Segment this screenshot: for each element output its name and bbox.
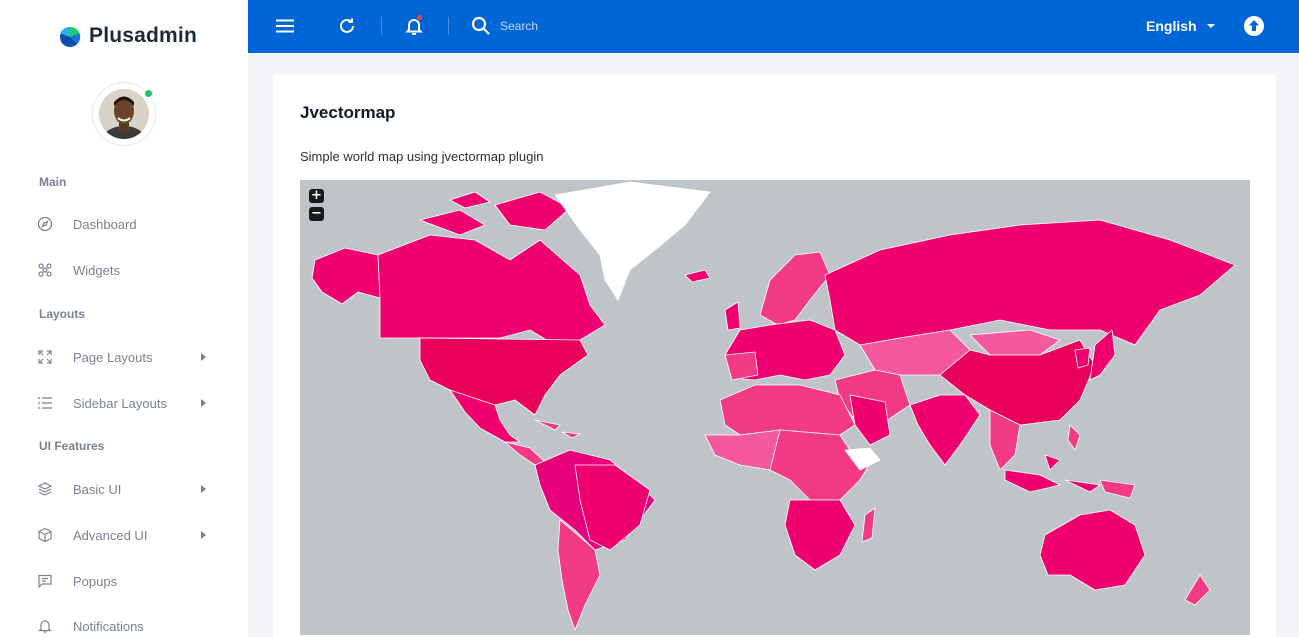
sidebar-item-widgets[interactable]: Widgets <box>36 259 216 281</box>
region-madagascar <box>861 507 876 543</box>
section-title-main: Main <box>39 175 67 189</box>
region-uk <box>724 301 741 331</box>
sidebar-item-label: Notifications <box>73 618 144 634</box>
topbar: English <box>248 0 1299 53</box>
region-scandinavia <box>759 251 831 326</box>
region-usa <box>419 337 589 416</box>
language-label: English <box>1146 18 1197 34</box>
region-russia <box>824 219 1236 346</box>
section-title-ui-features: UI Features <box>39 439 105 453</box>
sidebar-item-advanced-ui[interactable]: Advanced UI <box>36 524 216 546</box>
region-africa-south <box>784 499 856 571</box>
sidebar-item-label: Page Layouts <box>73 349 153 365</box>
section-title-layouts: Layouts <box>39 307 86 321</box>
chevron-right-icon <box>201 531 206 539</box>
chevron-right-icon <box>201 353 206 361</box>
online-status-dot <box>144 89 153 98</box>
region-caribbean <box>534 419 581 439</box>
region-africa-north <box>719 384 856 436</box>
sidebar-item-dashboard[interactable]: Dashboard <box>36 213 216 235</box>
chevron-right-icon <box>201 485 206 493</box>
list-icon <box>36 394 54 412</box>
card-subtitle: Simple world map using jvectormap plugin <box>300 149 544 164</box>
sidebar-item-sidebar-layouts[interactable]: Sidebar Layouts <box>36 392 216 414</box>
sidebar-item-popups[interactable]: Popups <box>36 570 216 592</box>
widgets-icon <box>36 261 54 279</box>
upload-icon[interactable] <box>1243 15 1265 37</box>
region-japan <box>1089 329 1116 381</box>
caret-down-icon <box>1206 24 1215 28</box>
zoom-out-button[interactable]: − <box>309 207 324 221</box>
notification-dot <box>417 15 422 20</box>
expand-icon <box>36 348 54 366</box>
region-australia <box>1039 509 1146 591</box>
region-alaska <box>311 247 381 305</box>
message-icon <box>36 572 54 590</box>
sidebar-item-label: Widgets <box>73 262 120 278</box>
region-iberia <box>724 351 759 381</box>
region-indonesia <box>1004 454 1101 493</box>
sidebar-item-label: Basic UI <box>73 481 122 497</box>
brand-name: Plusadmin <box>89 24 197 47</box>
cube-icon <box>36 526 54 544</box>
region-new-zealand <box>1184 574 1211 606</box>
bell-icon <box>36 617 54 635</box>
sidebar-item-notifications[interactable]: Notifications <box>36 615 216 637</box>
avatar-image <box>99 89 149 139</box>
sidebar-item-label: Sidebar Layouts <box>73 395 167 411</box>
brand[interactable]: Plusadmin <box>58 22 197 50</box>
region-iceland <box>684 269 711 283</box>
notification-bell-icon[interactable] <box>403 15 425 37</box>
page-title: Jvectormap <box>300 103 396 122</box>
map-card: Jvectormap Simple world map using jvecto… <box>273 75 1276 637</box>
app: Plusadmin Main Dashboard Widgets Layouts… <box>0 0 1299 637</box>
search-input[interactable] <box>500 16 700 36</box>
topbar-divider <box>381 17 382 35</box>
search-icon[interactable] <box>470 15 492 37</box>
topbar-divider <box>448 17 449 35</box>
sidebar-item-basic-ui[interactable]: Basic UI <box>36 478 216 500</box>
world-map[interactable]: + − <box>300 180 1250 635</box>
region-central-america <box>504 441 546 466</box>
region-philippines <box>1067 424 1081 451</box>
region-arabia <box>849 394 891 446</box>
region-canadian-islands <box>419 191 571 236</box>
language-selector[interactable]: English <box>1146 18 1215 34</box>
menu-icon[interactable] <box>274 15 296 37</box>
sidebar-item-page-layouts[interactable]: Page Layouts <box>36 346 216 368</box>
zoom-in-button[interactable]: + <box>309 189 324 203</box>
region-mongolia <box>969 329 1061 356</box>
region-new-guinea <box>1099 479 1136 499</box>
sidebar-item-label: Advanced UI <box>73 527 148 543</box>
chevron-right-icon <box>201 399 206 407</box>
region-india <box>909 394 981 466</box>
region-canada <box>377 234 606 343</box>
sidebar-item-label: Dashboard <box>73 216 137 232</box>
avatar[interactable] <box>92 82 156 146</box>
region-korea <box>1074 347 1091 369</box>
refresh-icon[interactable] <box>336 15 358 37</box>
layers-icon <box>36 480 54 498</box>
world-map-svg <box>311 181 1236 631</box>
sidebar-item-label: Popups <box>73 573 118 589</box>
sidebar: Plusadmin Main Dashboard Widgets Layouts… <box>0 0 248 637</box>
compass-icon <box>36 215 54 233</box>
brand-logo-icon <box>60 26 81 47</box>
